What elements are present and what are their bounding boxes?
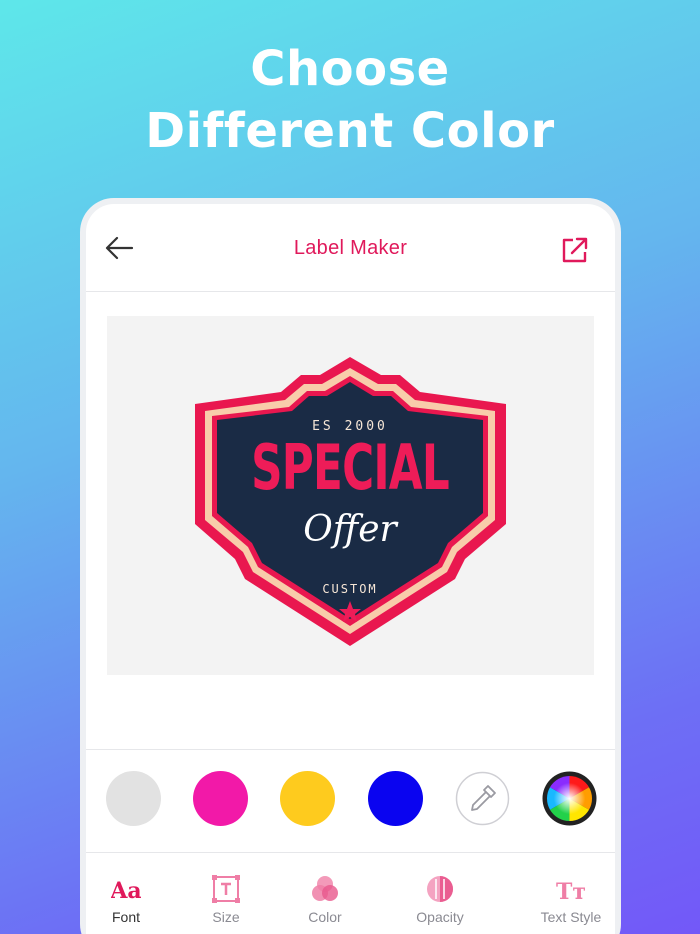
app-bar: Label Maker — [86, 204, 615, 292]
tool-label: Size — [212, 909, 240, 925]
color-swatch-blue[interactable] — [368, 771, 423, 826]
label-bottom-text: CUSTOM — [322, 582, 377, 596]
tool-label: Text Style — [540, 909, 602, 925]
tool-opacity[interactable]: Opacity — [395, 874, 485, 925]
phone-frame: Label Maker ES 2000 SPECIAL Offer CUSTOM — [80, 198, 621, 934]
tool-color[interactable]: Color — [280, 874, 370, 925]
bottom-toolbar: Aa Font Size Color Opacity Tт Text Style — [86, 854, 615, 934]
share-export-icon[interactable] — [561, 236, 589, 264]
headline-line-2: Different Color — [145, 103, 555, 159]
svg-text:Tт: Tт — [556, 879, 586, 904]
app-title: Label Maker — [293, 237, 408, 259]
tool-label: Color — [308, 909, 342, 925]
opacity-icon — [427, 876, 453, 902]
tool-size[interactable]: Size — [181, 874, 271, 925]
tool-text-style[interactable]: Tт Text Style — [526, 874, 615, 925]
color-swatch-yellow[interactable] — [280, 771, 335, 826]
color-swatch-magenta[interactable] — [193, 771, 248, 826]
text-style-icon: Tт — [556, 879, 586, 904]
promo-headline: Choose Different Color — [0, 38, 700, 162]
color-palette — [86, 749, 615, 853]
label-script-text: Offer — [303, 509, 398, 550]
font-icon: Aa — [111, 878, 141, 904]
tool-font[interactable]: Aa Font — [86, 874, 171, 925]
label-canvas[interactable]: ES 2000 SPECIAL Offer CUSTOM — [107, 316, 594, 675]
headline-line-1: Choose — [250, 41, 450, 97]
svg-text:Aa: Aa — [111, 878, 141, 904]
eyedropper-icon[interactable] — [455, 771, 510, 826]
special-offer-label[interactable]: ES 2000 SPECIAL Offer CUSTOM — [195, 354, 506, 649]
size-icon — [212, 875, 240, 903]
tool-label: Opacity — [416, 909, 464, 925]
label-main-text: SPECIAL — [251, 431, 449, 504]
color-icon — [312, 876, 338, 901]
tool-label: Font — [111, 909, 140, 925]
color-wheel-icon[interactable] — [542, 771, 597, 826]
color-swatch-gray[interactable] — [106, 771, 161, 826]
app-screen: Label Maker ES 2000 SPECIAL Offer CUSTOM — [86, 204, 615, 934]
